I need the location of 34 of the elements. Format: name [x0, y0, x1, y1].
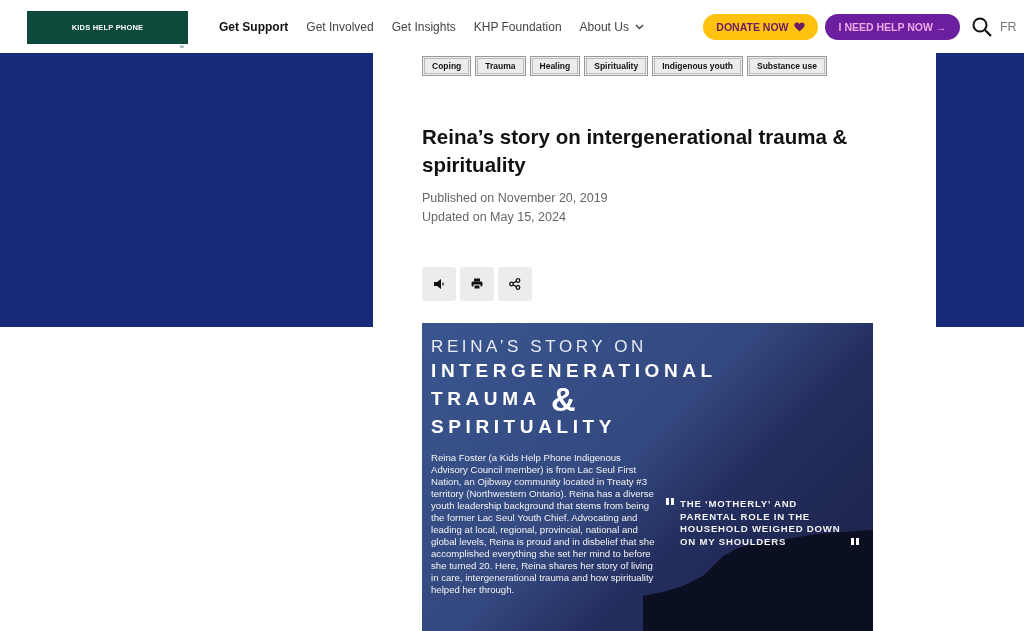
graphic-kicker: REINA’S STORY ON — [431, 337, 648, 357]
nav-link[interactable]: Get Involved — [297, 19, 383, 34]
published-date: Published on November 20, 2019 — [422, 190, 609, 207]
graphic-title: TRAUMA — [431, 387, 541, 411]
graphic-paragraph: Reina Foster (a Kids Help Phone Indigenous Advisory Council member) is from Lac Seul First Nation, an Ojibway community located in Treaty #3 territory (Northwestern Ontario). Reina has a diverse youth leadership background that stems from being the former Lac Seul Youth Chief. Advocating and leading at local, regional, provincial, national and global levels, Reina is proud and in disbelief that she accomplished everything she set her mind to before she turned 20. Here, Reina shares her story of living in care, intergenerational trauma and how spirituality helped her through. — [431, 452, 656, 596]
tag-button[interactable]: Spirituality — [584, 56, 649, 76]
nav-link[interactable]: KHP Foundation — [464, 19, 571, 34]
help-button[interactable]: I NEED HELP NOW → — [824, 13, 960, 40]
tag-button[interactable]: Healing — [529, 56, 581, 76]
article-title: Reina’s story on intergenerational trauma & spirituality — [422, 124, 849, 178]
speaker-icon — [433, 278, 445, 290]
tag-button[interactable]: Trauma — [475, 56, 526, 76]
graphic-title: SPIRITUALITY — [431, 415, 618, 439]
nav-link[interactable]: About Us — [570, 19, 653, 34]
tag-button[interactable]: Coping — [422, 56, 472, 76]
quote-mark-icon — [851, 538, 859, 545]
search-icon[interactable] — [971, 16, 992, 37]
updated-date: Updated on May 15, 2024 — [422, 209, 567, 226]
quote-mark-icon — [666, 498, 674, 505]
nav-link[interactable]: Get Insights — [382, 19, 465, 34]
pull-quote: THE ‘MOTHERLY’ AND PARENTAL ROLE IN THE HOUSEHOLD WEIGHED DOWN ON MY SHOULDERS — [680, 498, 842, 548]
tag-button[interactable]: Substance use — [747, 56, 827, 76]
nav-link[interactable]: Get Support — [210, 19, 298, 34]
heart-icon — [793, 21, 805, 32]
tag-button[interactable]: Indigenous youth — [652, 56, 743, 76]
listen-button[interactable] — [422, 267, 456, 301]
print-button[interactable] — [460, 267, 494, 301]
share-icon — [509, 278, 521, 290]
printer-icon — [471, 278, 483, 290]
donate-button[interactable]: DONATE NOW — [702, 13, 818, 40]
language-link[interactable]: FR — [999, 19, 1017, 34]
graphic-title: INTERGENERATIONAL — [431, 359, 718, 383]
share-button[interactable] — [498, 267, 532, 301]
ampersand: & — [550, 385, 576, 413]
